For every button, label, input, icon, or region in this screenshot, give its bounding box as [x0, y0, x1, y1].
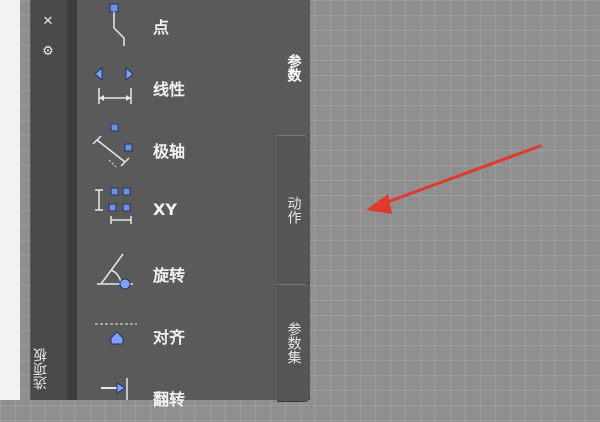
palette-title: 选项板	[33, 348, 49, 390]
tool-label: 线性	[153, 80, 186, 99]
flip-parameter-icon	[101, 378, 128, 400]
tool-rotation[interactable]: 旋转	[87, 248, 267, 298]
tab-actions[interactable]: 动作	[277, 135, 310, 285]
tool-label: 旋转	[153, 266, 186, 285]
background-edge	[0, 0, 20, 400]
point-parameter-icon	[109, 3, 125, 46]
palette-side-strip: ✕ ⚙ 选项板	[30, 0, 68, 400]
alignment-parameter-icon	[95, 323, 137, 345]
tool-polar[interactable]: 极轴	[87, 124, 267, 174]
polar-parameter-icon	[92, 124, 133, 169]
tool-alignment[interactable]: 对齐	[87, 310, 267, 360]
tab-parameters[interactable]: 参数	[277, 0, 310, 135]
close-icon[interactable]: ✕	[40, 14, 56, 30]
tool-flip[interactable]: 翻转	[87, 372, 267, 422]
tool-linear[interactable]: 线性	[87, 62, 267, 112]
xy-parameter-icon	[95, 187, 132, 224]
rotation-parameter-icon	[97, 253, 133, 290]
tool-label: 翻转	[153, 390, 186, 409]
tool-label: 极轴	[153, 142, 186, 161]
palette-tabs: 参数 动作 参数集	[277, 0, 310, 402]
settings-icon[interactable]: ⚙	[40, 44, 56, 60]
linear-parameter-icon	[94, 66, 134, 104]
tool-label: 点	[153, 18, 170, 37]
tab-parameter-sets[interactable]: 参数集	[277, 284, 310, 402]
tool-label: 对齐	[153, 328, 186, 347]
tool-palette: 点 线性 极轴 XY 旋转 对齐 翻转	[77, 0, 277, 409]
tool-xy[interactable]: XY	[87, 186, 267, 236]
tool-label: XY	[153, 200, 177, 219]
panel-divider	[67, 0, 77, 400]
tool-point[interactable]: 点	[87, 0, 267, 50]
